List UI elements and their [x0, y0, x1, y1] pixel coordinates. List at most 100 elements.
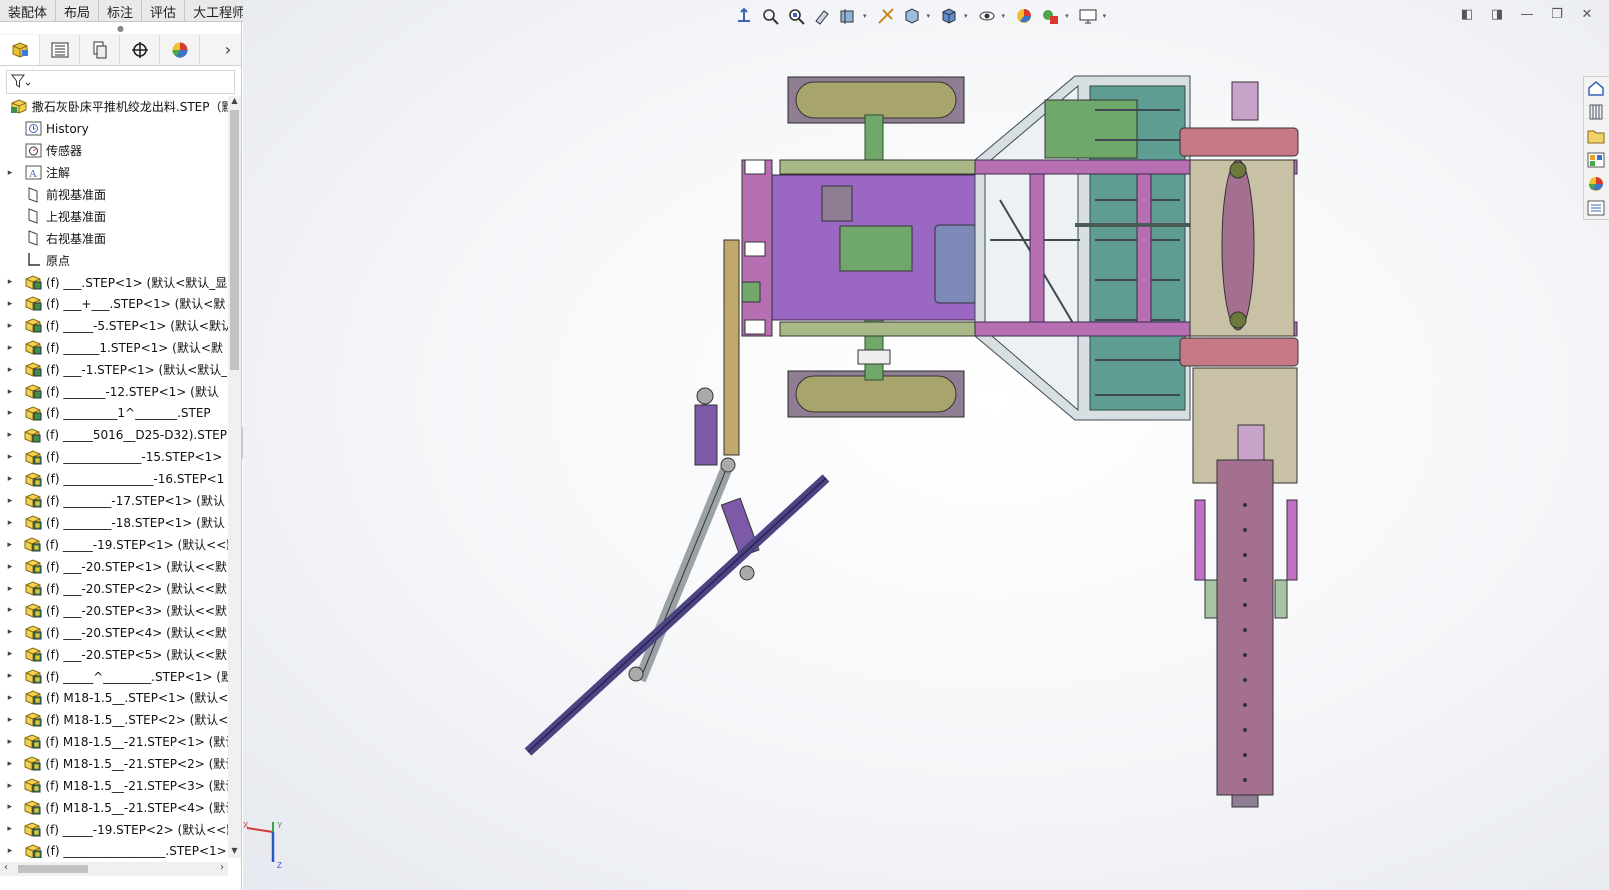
expand-arrow-icon[interactable]: ▸ [4, 693, 16, 703]
tree-item[interactable]: ▸ (f) _________________.STEP<1> [0, 840, 228, 858]
tree-root-assembly[interactable]: 撒石灰卧床平推机绞龙出料.STEP（默 [0, 96, 228, 118]
tree-item[interactable]: ▸ (f) M18-1.5__-21.STEP<1> (默认 [0, 731, 228, 753]
expand-arrow-icon[interactable]: ▸ [4, 387, 16, 397]
tree-item[interactable]: History [0, 118, 228, 140]
expand-arrow-icon[interactable]: ▸ [4, 649, 16, 659]
tree-item[interactable]: 传感器 [0, 140, 228, 162]
dropdown-arrow-icon[interactable]: ▾ [863, 12, 867, 20]
expand-arrow-icon[interactable]: ▸ [4, 737, 15, 747]
view-orientation-icon[interactable] [733, 5, 755, 27]
expand-arrow-icon[interactable]: ▸ [4, 343, 16, 353]
zoom-to-fit-icon[interactable] [759, 5, 781, 27]
home-icon[interactable] [1584, 77, 1608, 99]
scroll-right-icon[interactable]: › [220, 862, 224, 873]
motor[interactable] [934, 224, 980, 304]
tree-item[interactable]: ▸ (f) ___-20.STEP<1> (默认<<默 [0, 556, 228, 578]
expand-arrow-icon[interactable]: ▸ [4, 321, 16, 331]
tree-item[interactable]: ▸ (f) M18-1.5__.STEP<1> (默认< [0, 687, 228, 709]
tree-vertical-scrollbar[interactable]: ▲ ▼ [228, 96, 241, 858]
expand-arrow-icon[interactable]: ▸ [4, 605, 16, 615]
tree-item[interactable]: ▸ (f) _______-12.STEP<1> (默认 [0, 381, 228, 403]
minimize-icon[interactable]: — [1517, 4, 1537, 24]
tree-item[interactable]: ▸ (f) ___-20.STEP<3> (默认<<默 [0, 599, 228, 621]
view-settings-icon[interactable] [1077, 5, 1099, 27]
tab-1[interactable]: 布局 [56, 0, 100, 22]
expand-arrow-icon[interactable]: ▸ [4, 518, 16, 528]
tab-3[interactable]: 评估 [142, 0, 186, 22]
restore-icon[interactable]: ❐ [1547, 4, 1567, 24]
dropdown-arrow-icon[interactable]: ▾ [1002, 12, 1006, 20]
tile-left-icon[interactable]: ◧ [1457, 4, 1477, 24]
expand-arrow-icon[interactable]: ▸ [4, 562, 16, 572]
tree-item[interactable]: ▸ (f) _____^________.STEP<1> (默 [0, 665, 228, 687]
feature-manager-icon[interactable] [0, 34, 40, 65]
dropdown-arrow-icon[interactable]: ▾ [1103, 12, 1107, 20]
tree-item[interactable]: ▸ (f) ___+___.STEP<1> (默认<默 [0, 293, 228, 315]
apply-scene-icon[interactable] [1039, 5, 1061, 27]
display-style-icon[interactable] [938, 5, 960, 27]
steel-frame[interactable] [974, 75, 1191, 421]
tree-item[interactable]: ▸ (f) M18-1.5__-21.STEP<3> (默认 [0, 775, 228, 797]
expand-arrow-icon[interactable]: ▸ [4, 474, 16, 484]
configuration-manager-icon[interactable] [80, 34, 120, 65]
tile-right-icon[interactable]: ◨ [1487, 4, 1507, 24]
scroll-left-icon[interactable]: ‹ [4, 862, 8, 873]
dynamic-annotation-icon[interactable] [875, 5, 897, 27]
tree-item[interactable]: ▸ (f) _____________-15.STEP<1> [0, 446, 228, 468]
expand-arrow-icon[interactable]: ▸ [4, 759, 15, 769]
control-box[interactable] [1044, 99, 1138, 159]
expand-arrow-icon[interactable]: ▸ [4, 365, 16, 375]
expand-arrow-icon[interactable]: ▸ [4, 802, 15, 812]
dimxpert-icon[interactable] [120, 34, 160, 65]
tree-item[interactable]: ▸ (f) M18-1.5__-21.STEP<2> (默认 [0, 753, 228, 775]
tree-item[interactable]: ▸ (f) _____-5.STEP<1> (默认<默认 [0, 315, 228, 337]
scrollbar-thumb[interactable] [18, 865, 88, 873]
tree-item[interactable]: 原点 [0, 249, 228, 271]
tab-0[interactable]: 装配体 [0, 0, 57, 22]
tree-item[interactable]: ▸ (f) _______________-16.STEP<1 [0, 468, 228, 490]
expand-arrow-icon[interactable]: ▸ [4, 299, 16, 309]
gearbox[interactable] [839, 225, 913, 272]
panel-splitter-handle[interactable]: ● [0, 22, 241, 34]
file-explorer-icon[interactable] [1584, 125, 1608, 147]
dropdown-arrow-icon[interactable]: ▾ [964, 12, 968, 20]
tree-item[interactable]: 右视基准面 [0, 227, 228, 249]
expand-arrow-icon[interactable]: ▸ [4, 715, 16, 725]
assembly-model[interactable] [243, 0, 1609, 890]
expand-arrow-icon[interactable]: ▸ [4, 584, 16, 594]
expand-arrow-icon[interactable]: ▸ [4, 452, 16, 462]
tab-2[interactable]: 标注 [99, 0, 143, 22]
view-palette-icon[interactable] [1584, 149, 1608, 171]
tree-item[interactable]: ▸ (f) M18-1.5__-21.STEP<4> (默认 [0, 797, 228, 819]
tree-item[interactable]: ▸ (f) _____-19.STEP<2> (默认<<默 [0, 818, 228, 840]
display-manager-icon[interactable] [160, 34, 200, 65]
expand-arrow-icon[interactable]: ▸ [4, 540, 15, 550]
expand-arrow-icon[interactable]: ▸ [4, 277, 16, 287]
scroll-down-icon[interactable]: ▼ [228, 846, 241, 858]
close-icon[interactable]: ✕ [1577, 4, 1597, 24]
tree-item[interactable]: ▸ (f) _____-19.STEP<1> (默认<<默 [0, 534, 228, 556]
expand-arrow-icon[interactable]: ▸ [4, 846, 16, 856]
hide-show-icon[interactable] [976, 5, 998, 27]
expand-arrow-icon[interactable]: ▸ [4, 824, 15, 834]
view-type-icon[interactable] [901, 5, 923, 27]
tree-item[interactable]: ▸ (f) M18-1.5__.STEP<2> (默认< [0, 709, 228, 731]
design-library-icon[interactable] [1584, 101, 1608, 123]
expand-arrow-icon[interactable]: ▸ [4, 408, 16, 418]
tree-filter[interactable] [6, 70, 235, 94]
zoom-to-area-icon[interactable] [785, 5, 807, 27]
expand-arrow-icon[interactable]: ▸ [4, 627, 16, 637]
tree-item[interactable]: ▸ (f) ___.STEP<1> (默认<默认_显 [0, 271, 228, 293]
tree-item[interactable]: ▸ (f) _____5016__D25-D32).STEP< [0, 424, 228, 446]
tree-item[interactable]: ▸ (f) ______1.STEP<1> (默认<默 [0, 337, 228, 359]
tabs-next-arrow[interactable]: › [215, 35, 241, 65]
tree-item[interactable]: ▸ (f) ________-18.STEP<1> (默认 [0, 512, 228, 534]
expand-arrow-icon[interactable]: ▸ [4, 168, 16, 178]
expand-arrow-icon[interactable]: ▸ [4, 496, 16, 506]
hydraulic-cylinder[interactable] [694, 404, 718, 466]
expand-arrow-icon[interactable]: ▸ [4, 781, 15, 791]
scrollbar-thumb[interactable] [230, 110, 239, 370]
edit-appearance-icon[interactable] [1013, 5, 1035, 27]
scroll-up-icon[interactable]: ▲ [228, 96, 241, 108]
dropdown-arrow-icon[interactable]: ▾ [1065, 12, 1069, 20]
